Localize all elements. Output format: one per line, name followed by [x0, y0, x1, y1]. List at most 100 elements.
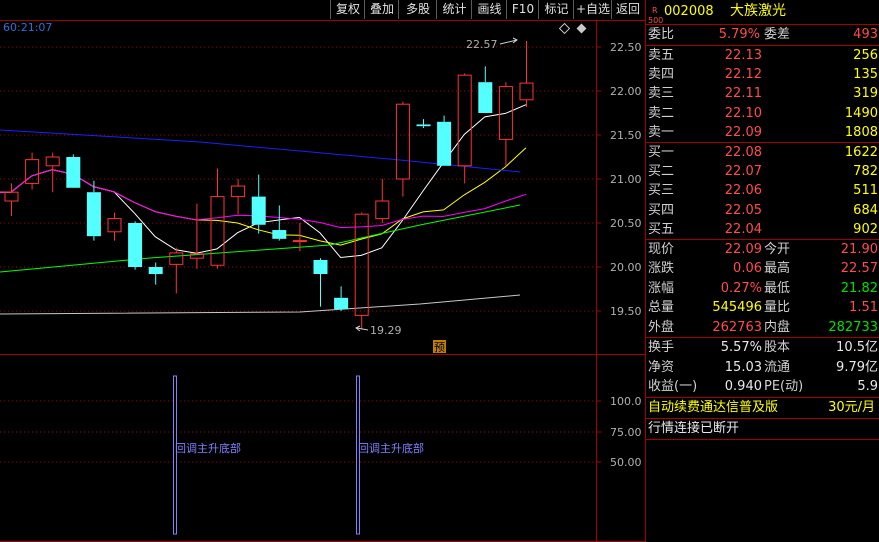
bid-label: 买四 — [648, 202, 675, 218]
fund-value: 5.9 — [857, 379, 878, 394]
ask-price: 22.09 — [724, 124, 762, 140]
promo-row[interactable]: 自动续费通达信普及版 30元/月 — [646, 398, 879, 417]
fund-label: 股本 — [764, 340, 791, 355]
candle[interactable] — [107, 212, 122, 241]
candle[interactable] — [478, 66, 493, 113]
stat-value: 21.90 — [840, 242, 878, 257]
stat-value: 22.09 — [724, 242, 762, 257]
stock-code: 002008 — [664, 4, 714, 19]
bid-label: 买三 — [648, 183, 675, 199]
candle[interactable] — [128, 221, 143, 270]
candle-body — [107, 218, 122, 233]
ask-price: 22.11 — [724, 86, 762, 102]
ask-volume: 256 — [853, 48, 878, 63]
candle-body — [148, 267, 163, 275]
candle[interactable] — [148, 262, 163, 285]
ask-price: 22.13 — [724, 48, 762, 63]
promo-price: 30元/月 — [828, 400, 875, 415]
signal-label: 回调主升底部 — [175, 441, 241, 455]
ask-label: 卖四 — [648, 67, 675, 83]
ask-row: 卖五 22.13 256 — [646, 46, 879, 65]
fund-value: 5.57% — [720, 340, 762, 355]
stat-label: 总量 — [648, 300, 675, 316]
bid-price: 22.07 — [724, 164, 762, 180]
price-tick-label: 20.50 — [610, 217, 642, 230]
bid-volume: 684 — [853, 202, 878, 218]
ask-volume: 319 — [853, 86, 878, 102]
candle[interactable] — [375, 179, 390, 223]
diamond-icon[interactable] — [558, 22, 571, 35]
stat-row: 外盘 262763 内盘 282733 — [646, 318, 879, 337]
weicha-value: 493 — [853, 27, 878, 42]
candle[interactable] — [86, 180, 101, 241]
ask-volume: 135 — [853, 67, 878, 83]
fundamental-row: 收益(一) 0.940 PE(动) 5.9 — [646, 377, 879, 396]
stat-row: 涨幅 0.27% 最低 21.82 — [646, 279, 879, 298]
bid-label: 买一 — [648, 145, 675, 160]
candlesticks — [4, 40, 534, 330]
candle-body — [251, 196, 266, 225]
price-tick-label: 22.00 — [610, 85, 642, 98]
candle-body — [354, 213, 369, 316]
candle-body — [416, 124, 431, 127]
filled-diamond-icon[interactable] — [576, 23, 587, 34]
bid-volume: 782 — [853, 164, 878, 180]
connection-status: 行情连接已断开 — [648, 421, 740, 436]
stat-value: 1.51 — [849, 300, 878, 316]
stat-value: 21.82 — [840, 280, 878, 296]
candle[interactable] — [25, 152, 40, 190]
fundamental-row: 净资 15.03 流通 9.79亿 — [646, 358, 879, 377]
bid-price: 22.05 — [724, 202, 762, 218]
status-row: 行情连接已断开 — [646, 419, 879, 438]
candle[interactable] — [334, 286, 349, 311]
candle-body — [86, 192, 101, 237]
candle-body — [128, 223, 143, 267]
stock-name: 大族激光 — [730, 3, 786, 19]
ask-label: 卖一 — [648, 124, 675, 140]
candle[interactable] — [354, 212, 369, 330]
bid-row: 买四 22.05 684 — [646, 201, 879, 220]
bid-row: 买三 22.06 511 — [646, 181, 879, 200]
candle[interactable] — [519, 40, 534, 107]
candle[interactable] — [498, 82, 513, 166]
bid-row: 买五 22.04 902 — [646, 220, 879, 239]
prediction-badge-text: 预 — [434, 341, 445, 354]
candle[interactable] — [395, 101, 410, 197]
candle[interactable] — [66, 154, 81, 188]
stat-value: 0.06 — [733, 261, 762, 277]
ask-volume: 1490 — [844, 105, 878, 121]
indicator-tick-label: 100.0 — [610, 395, 642, 408]
fund-label: 收益(一) — [648, 379, 698, 394]
price-tick-label: 20.00 — [610, 261, 642, 274]
ask-row: 卖三 22.11 319 — [646, 84, 879, 103]
fund-label: 换手 — [648, 340, 675, 355]
stat-label: 最高 — [764, 261, 791, 277]
candle[interactable] — [437, 115, 452, 166]
fund-value: 10.5亿 — [836, 340, 878, 355]
grid-lines — [0, 46, 596, 463]
candle-body — [457, 74, 472, 167]
kline-chart[interactable]: 22.50 22.00 21.50 21.00 20.50 20.00 19.50 100.0… — [0, 0, 645, 542]
candle-body — [334, 297, 349, 310]
weibi-label: 委比 — [648, 27, 675, 42]
candle[interactable] — [313, 258, 328, 307]
candle-body — [292, 240, 307, 243]
bid-price: 22.04 — [724, 221, 762, 237]
weibi-row: 委比 5.79% 委差 493 — [646, 25, 879, 44]
fund-label: 流通 — [764, 359, 791, 375]
candle-body — [231, 185, 246, 198]
bid-label: 买五 — [648, 221, 675, 237]
candle[interactable] — [169, 247, 184, 294]
bid-row: 买一 22.08 1622 — [646, 143, 879, 162]
stat-value: 282733 — [828, 319, 878, 335]
candle[interactable] — [416, 119, 431, 128]
ask-row: 卖四 22.12 135 — [646, 65, 879, 84]
candle-body — [45, 156, 60, 167]
indicator-tick-label: 75.00 — [610, 426, 642, 439]
candle[interactable] — [231, 179, 246, 215]
stat-value: 22.57 — [840, 261, 878, 277]
candle[interactable] — [45, 152, 60, 193]
stat-row: 总量 545496 量比 1.51 — [646, 298, 879, 317]
candle[interactable] — [251, 174, 266, 234]
candle[interactable] — [189, 203, 204, 269]
